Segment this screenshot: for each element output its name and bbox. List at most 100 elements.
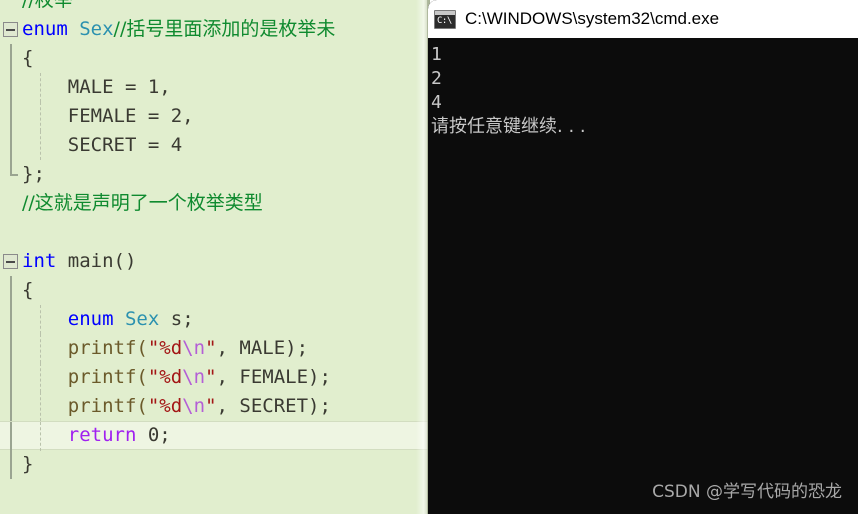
code-token-plain: FEMALE = 2, bbox=[22, 105, 194, 127]
fold-guide-line bbox=[10, 334, 12, 363]
cmd-prompt-icon: C:\ bbox=[434, 9, 456, 29]
fold-guide-line bbox=[10, 363, 12, 392]
code-line-text: enum Sex s; bbox=[22, 308, 194, 330]
console-output-line: 1 bbox=[431, 44, 442, 65]
fold-guide-line bbox=[10, 102, 12, 131]
code-line-text: MALE = 1, bbox=[22, 76, 171, 98]
code-token-plain: { bbox=[22, 47, 34, 69]
fold-guide-line bbox=[10, 392, 12, 421]
code-token-plain: s; bbox=[159, 308, 194, 330]
csdn-watermark: CSDN @学写代码的恐龙 bbox=[652, 482, 842, 502]
screenshot-root: //枚举 enum Sex//括号里面添加的是枚举未{ MALE = 1, FEM… bbox=[0, 0, 858, 514]
code-token-plain: } bbox=[22, 453, 34, 475]
code-line[interactable]: int main() bbox=[0, 247, 430, 276]
fold-guide-line bbox=[10, 305, 12, 334]
code-token-string: "%d bbox=[147, 366, 183, 388]
code-token-escape: \n bbox=[182, 395, 206, 417]
indent-guide bbox=[40, 102, 41, 131]
code-token-string: " bbox=[205, 337, 217, 359]
code-token-plain: main() bbox=[56, 250, 137, 272]
code-line[interactable] bbox=[0, 218, 430, 247]
console-output-lines: 1 2 4 请按任意键继续. . . bbox=[431, 43, 858, 139]
console-output-line: 2 bbox=[431, 68, 442, 89]
fold-guide-line bbox=[10, 73, 12, 102]
indent-guide bbox=[40, 305, 41, 334]
code-lines[interactable]: //枚举 enum Sex//括号里面添加的是枚举未{ MALE = 1, FEM… bbox=[0, 0, 430, 479]
code-token-string: "%d bbox=[147, 395, 183, 417]
console-output-line: 4 bbox=[431, 92, 442, 113]
code-token-plain: }; bbox=[22, 163, 45, 185]
code-line-text: } bbox=[22, 453, 33, 475]
code-line[interactable]: //这就是声明了一个枚举类型 bbox=[0, 189, 430, 218]
code-line-text: printf("%d\n", FEMALE); bbox=[22, 366, 331, 388]
code-line[interactable]: } bbox=[0, 450, 430, 479]
code-line-text: int main() bbox=[22, 250, 136, 272]
indent-guide bbox=[40, 73, 41, 102]
code-line-text: enum Sex//括号里面添加的是枚举未 bbox=[22, 18, 335, 40]
code-token-plain: MALE = 1, bbox=[22, 76, 171, 98]
fold-guide-line bbox=[10, 44, 12, 73]
fold-guide-line bbox=[10, 450, 12, 479]
code-token-string: " bbox=[205, 395, 217, 417]
code-token-string: " bbox=[205, 366, 217, 388]
cmd-console-window[interactable]: C:\ C:\WINDOWS\system32\cmd.exe 1 2 4 请按任意键… bbox=[428, 0, 858, 514]
fold-guide-line bbox=[10, 422, 12, 451]
code-token-plain: 0; bbox=[136, 424, 171, 446]
code-token-plain: , FEMALE); bbox=[216, 366, 331, 388]
code-token-comment: //括号里面添加的是枚举未 bbox=[113, 18, 336, 40]
cmd-icon-glyph: C:\ bbox=[437, 15, 452, 26]
code-line[interactable]: FEMALE = 2, bbox=[0, 102, 430, 131]
indent-guide bbox=[40, 422, 41, 451]
code-line-text: }; bbox=[22, 163, 45, 185]
code-line-text: printf("%d\n", SECRET); bbox=[22, 395, 331, 417]
code-token-comment: //这就是声明了一个枚举类型 bbox=[22, 192, 263, 214]
code-token-keyword: enum bbox=[67, 308, 114, 330]
code-token-ctrl: return bbox=[67, 424, 137, 446]
code-line[interactable]: printf("%d\n", SECRET); bbox=[0, 392, 430, 421]
fold-guide-line bbox=[10, 160, 18, 176]
code-line[interactable]: enum Sex//括号里面添加的是枚举未 bbox=[0, 15, 430, 44]
indent-guide bbox=[40, 131, 41, 160]
code-line-text: printf("%d\n", MALE); bbox=[22, 337, 308, 359]
code-token-plain: SECRET = 4 bbox=[22, 134, 183, 156]
code-line[interactable]: printf("%d\n", FEMALE); bbox=[0, 363, 430, 392]
code-line[interactable]: enum Sex s; bbox=[0, 305, 430, 334]
code-token-plain: { bbox=[22, 279, 34, 301]
code-token-string: "%d bbox=[147, 337, 183, 359]
code-line-text: SECRET = 4 bbox=[22, 134, 182, 156]
fold-collapse-icon[interactable] bbox=[3, 254, 18, 269]
console-output-area[interactable]: 1 2 4 请按任意键继续. . . CSDN @学写代码的恐龙 bbox=[428, 38, 858, 514]
code-token-type: Sex bbox=[79, 18, 114, 40]
code-line[interactable]: SECRET = 4 bbox=[0, 131, 430, 160]
code-line-text: //枚举 bbox=[22, 0, 73, 11]
code-line[interactable]: printf("%d\n", MALE); bbox=[0, 334, 430, 363]
code-token-keyword: enum bbox=[22, 18, 68, 40]
indent-guide bbox=[40, 392, 41, 421]
code-line-text: { bbox=[22, 47, 33, 69]
fold-guide-line bbox=[10, 276, 12, 305]
code-line[interactable]: //枚举 bbox=[0, 0, 430, 15]
code-line[interactable]: return 0; bbox=[0, 421, 430, 451]
code-editor-pane[interactable]: //枚举 enum Sex//括号里面添加的是枚举未{ MALE = 1, FEM… bbox=[0, 0, 430, 514]
fold-guide-line bbox=[10, 131, 12, 160]
code-token-escape: \n bbox=[182, 337, 206, 359]
console-title-bar[interactable]: C:\ C:\WINDOWS\system32\cmd.exe bbox=[428, 0, 858, 38]
code-line-text: FEMALE = 2, bbox=[22, 105, 194, 127]
indent-guide bbox=[40, 334, 41, 363]
fold-collapse-icon[interactable] bbox=[3, 22, 18, 37]
code-line[interactable]: MALE = 1, bbox=[0, 73, 430, 102]
console-output-line: 请按任意键继续. . . bbox=[431, 116, 586, 137]
code-token-escape: \n bbox=[182, 366, 206, 388]
code-token-comment: //枚举 bbox=[22, 0, 73, 11]
code-token-type: Sex bbox=[124, 308, 160, 330]
code-line[interactable]: }; bbox=[0, 160, 430, 189]
code-line[interactable]: { bbox=[0, 276, 430, 305]
code-line[interactable]: { bbox=[0, 44, 430, 73]
code-line-text: { bbox=[22, 279, 33, 301]
console-title-text: C:\WINDOWS\system32\cmd.exe bbox=[465, 9, 720, 28]
code-token-plain: , SECRET); bbox=[216, 395, 331, 417]
